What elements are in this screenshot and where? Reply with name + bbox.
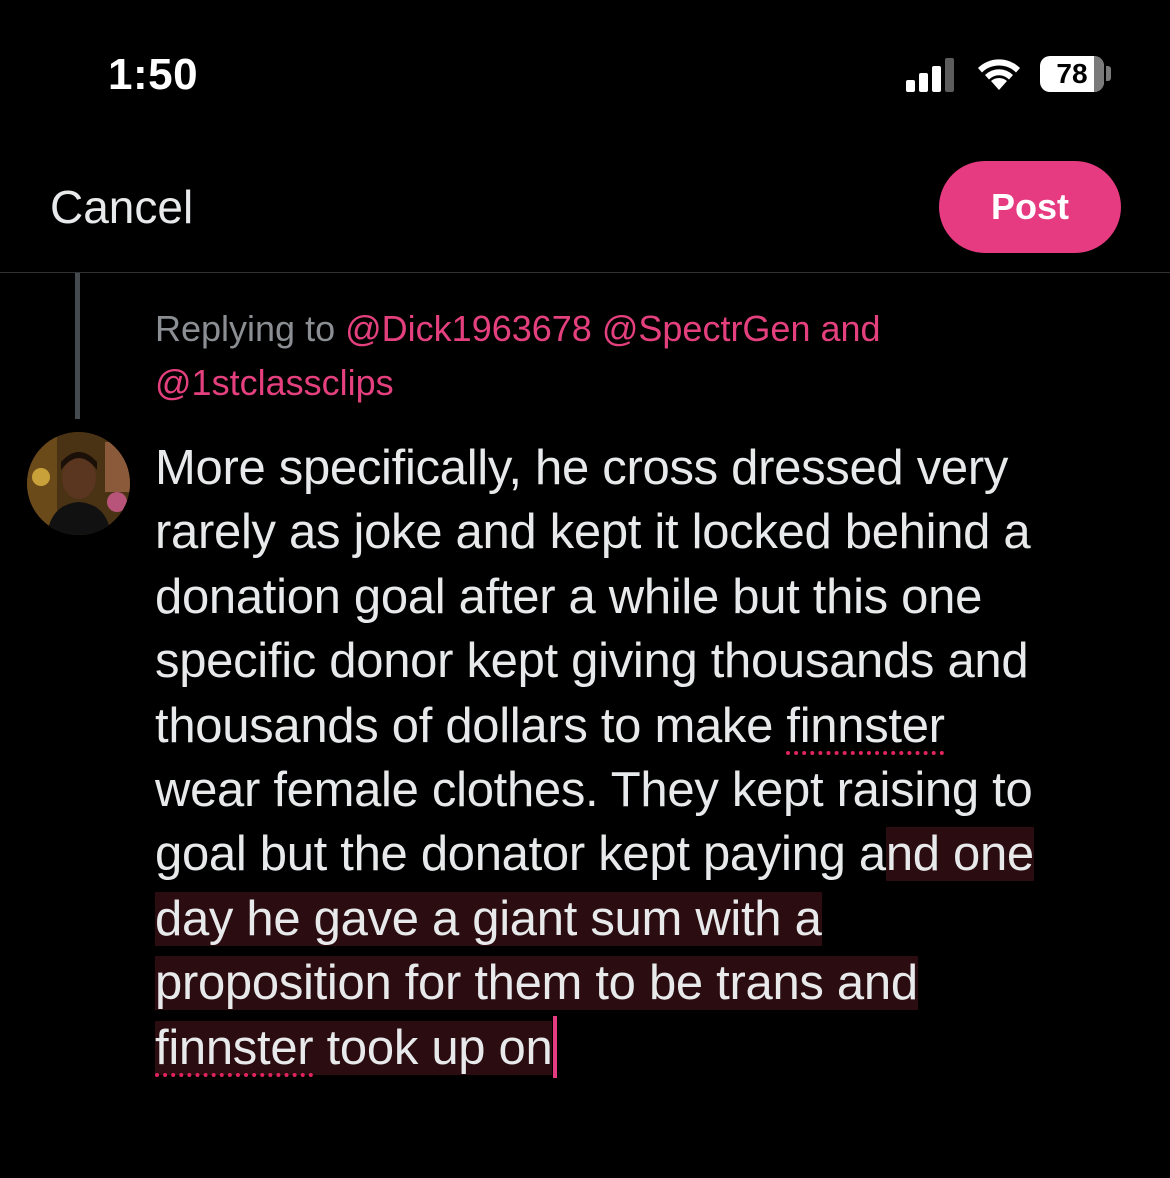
cancel-button[interactable]: Cancel: [50, 180, 193, 234]
replying-to-label: Replying to @Dick1963678 @SpectrGen and …: [155, 302, 1115, 410]
composer-line: specific donor kept giving thousands and: [155, 634, 1029, 689]
cellular-signal-icon: [906, 58, 954, 92]
composer-line: finnster took up on: [155, 1015, 1155, 1080]
composer-line: donation goal after a while but this one: [155, 569, 983, 624]
composer-line: goal but the donator kept paying and one: [155, 822, 1155, 886]
mention-link[interactable]: @1stclassclips: [155, 362, 394, 403]
header-divider: [0, 272, 1170, 273]
selected-text: nd one: [885, 827, 1034, 882]
mention-link[interactable]: @SpectrGen: [602, 308, 811, 349]
composer-line: More specifically, he cross dressed very: [155, 441, 1009, 495]
misspelled-word[interactable]: finnster: [786, 699, 945, 753]
tweet-composer-textarea[interactable]: More specifically, he cross dressed very…: [155, 436, 1155, 1080]
status-time: 1:50: [108, 50, 199, 99]
selected-text: took up on: [313, 1020, 553, 1075]
battery-cap: [1106, 66, 1111, 81]
composer-line: thousands of dollars to make finnster: [155, 694, 1155, 758]
composer-line: proposition for them to be trans and: [155, 951, 1155, 1015]
mention-link[interactable]: @Dick1963678: [345, 308, 592, 349]
composer-text: thousands of dollars to make: [155, 698, 787, 753]
mention-conjunction[interactable]: and: [821, 308, 881, 349]
text-cursor: [553, 1015, 558, 1078]
wifi-icon: [978, 59, 1020, 90]
composer-line: rarely as joke and kept it locked behind…: [155, 505, 1031, 560]
selected-text: day he gave a giant sum with a: [155, 891, 822, 946]
avatar[interactable]: [27, 432, 130, 535]
misspelled-word[interactable]: finnster: [155, 1020, 314, 1075]
composer-text: goal but the donator kept paying a: [155, 827, 886, 882]
composer-line: wear female clothes. They kept raising t…: [155, 762, 1033, 817]
thread-connector-line: [75, 273, 80, 419]
avatar-photo: [27, 432, 130, 535]
battery-empty-segment: [1094, 56, 1104, 92]
composer-line: day he gave a giant sum with a: [155, 887, 1155, 951]
battery-icon: 78: [1040, 56, 1104, 92]
selected-text: proposition for them to be trans and: [155, 956, 918, 1011]
battery-percentage: 78: [1056, 58, 1088, 89]
replying-prefix: Replying to: [155, 308, 336, 349]
post-button[interactable]: Post: [939, 161, 1121, 253]
